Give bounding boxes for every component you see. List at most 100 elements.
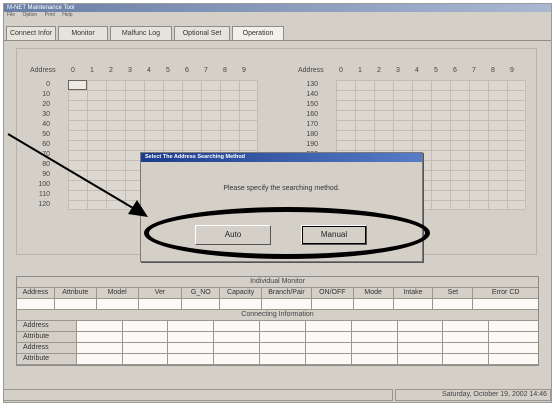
address-cell[interactable]: [182, 80, 201, 90]
address-cell[interactable]: [220, 90, 239, 100]
address-cell[interactable]: [488, 130, 507, 140]
address-cell[interactable]: [393, 80, 412, 90]
address-cell[interactable]: [106, 120, 125, 130]
address-cell[interactable]: [68, 140, 87, 150]
address-cell[interactable]: [220, 120, 239, 130]
address-cell[interactable]: [144, 80, 163, 90]
address-cell[interactable]: [106, 100, 125, 110]
address-cell[interactable]: [355, 120, 374, 130]
tab-malfunc-log[interactable]: Malfunc Log: [110, 26, 172, 40]
address-cell[interactable]: [450, 130, 469, 140]
address-cell[interactable]: [488, 190, 507, 200]
address-cell[interactable]: [163, 140, 182, 150]
address-cell[interactable]: [450, 110, 469, 120]
address-cell[interactable]: [182, 140, 201, 150]
address-cell[interactable]: [125, 140, 144, 150]
address-cell[interactable]: [507, 180, 526, 190]
address-cell[interactable]: [374, 110, 393, 120]
address-cell[interactable]: [469, 180, 488, 190]
address-cell[interactable]: [393, 140, 412, 150]
address-cell[interactable]: [507, 170, 526, 180]
address-cell[interactable]: [182, 130, 201, 140]
address-cell[interactable]: [239, 130, 258, 140]
address-cell[interactable]: [469, 120, 488, 130]
address-cell[interactable]: [431, 180, 450, 190]
address-cell[interactable]: [450, 100, 469, 110]
address-cell[interactable]: [106, 110, 125, 120]
address-cell[interactable]: [374, 140, 393, 150]
address-cell[interactable]: [488, 90, 507, 100]
address-cell[interactable]: [201, 130, 220, 140]
address-cell[interactable]: [507, 190, 526, 200]
address-cell[interactable]: [68, 180, 87, 190]
address-cell[interactable]: [144, 110, 163, 120]
address-cell[interactable]: [220, 80, 239, 90]
address-cell[interactable]: [412, 140, 431, 150]
address-cell[interactable]: [87, 160, 106, 170]
address-cell[interactable]: [469, 110, 488, 120]
address-cell[interactable]: [450, 190, 469, 200]
address-cell[interactable]: [220, 100, 239, 110]
address-cell[interactable]: [469, 80, 488, 90]
address-cell[interactable]: [163, 130, 182, 140]
address-cell[interactable]: [144, 90, 163, 100]
address-cell[interactable]: [374, 120, 393, 130]
tab-operation[interactable]: Operation: [232, 26, 284, 40]
address-cell[interactable]: [469, 200, 488, 210]
address-cell[interactable]: [220, 110, 239, 120]
address-cell[interactable]: [163, 100, 182, 110]
address-cell[interactable]: [87, 100, 106, 110]
address-cell[interactable]: [336, 90, 355, 100]
address-cell[interactable]: [488, 160, 507, 170]
address-cell[interactable]: [106, 80, 125, 90]
address-cell[interactable]: [450, 90, 469, 100]
address-cell[interactable]: [507, 100, 526, 110]
address-cell[interactable]: [87, 180, 106, 190]
address-cell[interactable]: [87, 110, 106, 120]
address-cell[interactable]: [450, 200, 469, 210]
tab-monitor[interactable]: Monitor: [58, 26, 108, 40]
address-cell[interactable]: [355, 110, 374, 120]
address-cell[interactable]: [488, 170, 507, 180]
address-cell[interactable]: [450, 120, 469, 130]
address-cell[interactable]: [163, 80, 182, 90]
address-cell[interactable]: [87, 150, 106, 160]
address-cell[interactable]: [106, 170, 125, 180]
address-cell[interactable]: [87, 120, 106, 130]
address-cell[interactable]: [106, 180, 125, 190]
address-cell[interactable]: [488, 180, 507, 190]
address-cell[interactable]: [412, 130, 431, 140]
address-cell[interactable]: [431, 190, 450, 200]
address-cell[interactable]: [125, 130, 144, 140]
address-cell[interactable]: [68, 170, 87, 180]
address-cell[interactable]: [431, 130, 450, 140]
address-cell[interactable]: [393, 100, 412, 110]
address-cell[interactable]: [469, 170, 488, 180]
address-cell[interactable]: [125, 80, 144, 90]
address-cell[interactable]: [68, 160, 87, 170]
address-cell[interactable]: [450, 170, 469, 180]
address-cell[interactable]: [431, 90, 450, 100]
address-cell[interactable]: [507, 110, 526, 120]
address-cell[interactable]: [431, 160, 450, 170]
address-cell[interactable]: [469, 150, 488, 160]
address-cell[interactable]: [412, 90, 431, 100]
address-cell[interactable]: [68, 200, 87, 210]
address-cell[interactable]: [106, 140, 125, 150]
menu-help[interactable]: Help: [62, 12, 72, 18]
menu-option[interactable]: Option: [22, 12, 37, 18]
address-cell[interactable]: [68, 110, 87, 120]
address-cell[interactable]: [488, 140, 507, 150]
address-cell[interactable]: [393, 130, 412, 140]
address-cell[interactable]: [412, 100, 431, 110]
address-cell[interactable]: [450, 80, 469, 90]
address-cell[interactable]: [355, 130, 374, 140]
address-cell[interactable]: [182, 120, 201, 130]
address-cell[interactable]: [201, 120, 220, 130]
address-cell[interactable]: [106, 150, 125, 160]
address-cell[interactable]: [431, 200, 450, 210]
address-cell[interactable]: [239, 90, 258, 100]
address-cell[interactable]: [507, 140, 526, 150]
address-cell[interactable]: [431, 140, 450, 150]
address-cell[interactable]: [125, 110, 144, 120]
